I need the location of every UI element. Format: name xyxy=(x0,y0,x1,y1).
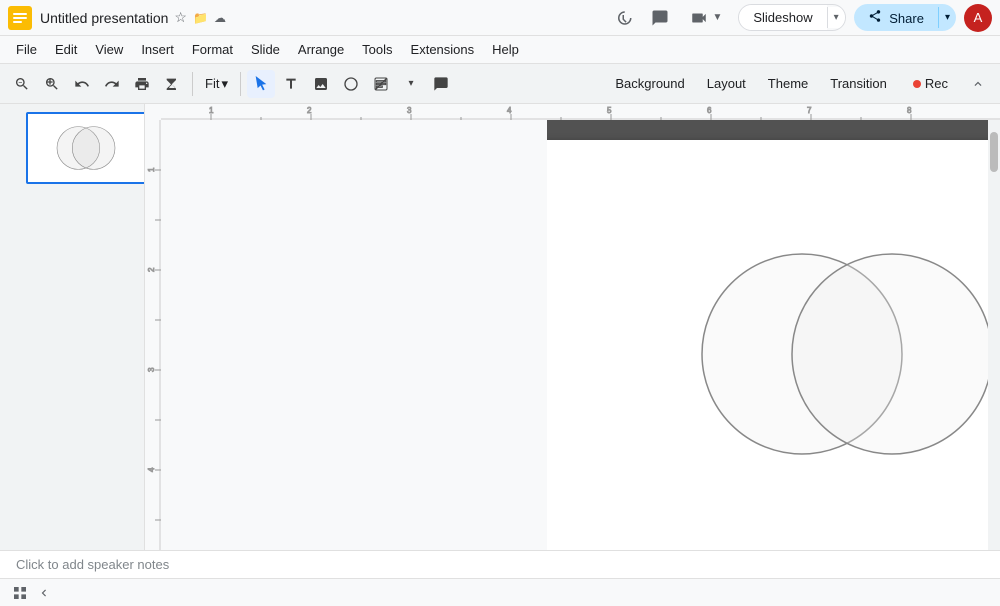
svg-text:1: 1 xyxy=(209,106,214,115)
slide-canvas[interactable] xyxy=(547,140,989,550)
canvas-with-rulers: 1 2 3 4 5 6 7 8 xyxy=(145,104,1000,550)
share-label: Share xyxy=(889,11,924,26)
presentation-title[interactable]: Untitled presentation xyxy=(40,10,168,26)
vertical-scrollbar[interactable] xyxy=(988,120,1000,550)
menu-tools[interactable]: Tools xyxy=(354,39,400,60)
title-area: Untitled presentation ☆ 📁 ☁ xyxy=(40,9,610,26)
text-tool-btn[interactable] xyxy=(277,70,305,98)
svg-text:2: 2 xyxy=(147,267,156,272)
video-call-btn[interactable]: ▼ xyxy=(682,5,730,31)
redo-btn[interactable] xyxy=(98,70,126,98)
thumb-venn xyxy=(28,114,144,182)
zoom-dropdown-icon: ▾ xyxy=(221,76,228,92)
cloud-icon[interactable]: ☁ xyxy=(214,11,226,25)
title-bar: Untitled presentation ☆ 📁 ☁ ▼ Slideshow … xyxy=(0,0,1000,36)
rec-dot xyxy=(913,80,921,88)
zoom-select-btn[interactable]: Fit ▾ xyxy=(199,74,234,94)
slideshow-dropdown-btn[interactable]: ▾ xyxy=(827,7,845,28)
video-btn-arrow[interactable]: ▼ xyxy=(712,12,722,23)
paint-format-btn[interactable] xyxy=(158,70,186,98)
zoom-value: Fit xyxy=(205,76,219,91)
background-btn[interactable]: Background xyxy=(605,72,694,95)
layout-btn[interactable]: Layout xyxy=(697,72,756,95)
canvas-row: 1 2 3 4 xyxy=(145,120,1000,550)
slide-panel: 1 xyxy=(0,104,145,550)
slide-thumb-inner xyxy=(28,114,144,182)
print-btn[interactable] xyxy=(128,70,156,98)
venn-diagram[interactable] xyxy=(682,244,988,464)
menu-file[interactable]: File xyxy=(8,39,45,60)
theme-btn[interactable]: Theme xyxy=(758,72,818,95)
bottom-bar xyxy=(0,578,1000,606)
separator-2 xyxy=(240,72,241,96)
app-icon xyxy=(8,6,32,30)
menu-arrange[interactable]: Arrange xyxy=(290,39,352,60)
image-tool-btn[interactable] xyxy=(307,70,335,98)
toolbar: Fit ▾ ▾ Background Layout Theme Transiti… xyxy=(0,64,1000,104)
menu-help[interactable]: Help xyxy=(484,39,527,60)
menu-edit[interactable]: Edit xyxy=(47,39,85,60)
svg-text:7: 7 xyxy=(807,106,812,115)
menu-extensions[interactable]: Extensions xyxy=(403,39,483,60)
ruler-horizontal: 1 2 3 4 5 6 7 8 xyxy=(161,104,1000,120)
slide-thumbnail[interactable] xyxy=(26,112,145,184)
main-layout: 1 1 xyxy=(0,104,1000,550)
slide-canvas-container[interactable] xyxy=(547,120,989,550)
ruler-corner xyxy=(145,104,161,120)
filmstrip-toggle-btn[interactable] xyxy=(32,581,56,605)
svg-text:8: 8 xyxy=(907,106,912,115)
svg-text:5: 5 xyxy=(607,106,612,115)
grid-view-btn[interactable] xyxy=(8,581,32,605)
notes-area[interactable]: Click to add speaker notes xyxy=(0,550,1000,578)
scrollbar-thumb[interactable] xyxy=(990,132,998,172)
zoom-in-btn[interactable] xyxy=(38,70,66,98)
svg-text:2: 2 xyxy=(307,106,312,115)
folder-icon[interactable]: 📁 xyxy=(193,11,208,25)
separator-1 xyxy=(192,72,193,96)
ruler-v-svg: 1 2 3 4 xyxy=(145,120,161,550)
share-btn[interactable]: Share xyxy=(854,4,938,31)
menu-slide[interactable]: Slide xyxy=(243,39,288,60)
line-tool-btn[interactable] xyxy=(367,70,395,98)
toolbar-right: Background Layout Theme Transition Rec xyxy=(605,70,992,98)
comment-tool-btn[interactable] xyxy=(427,70,455,98)
menu-view[interactable]: View xyxy=(87,39,131,60)
notes-placeholder[interactable]: Click to add speaker notes xyxy=(16,557,169,572)
svg-text:6: 6 xyxy=(707,106,712,115)
svg-text:4: 4 xyxy=(507,106,512,115)
svg-text:3: 3 xyxy=(407,106,412,115)
history-btn[interactable] xyxy=(610,4,638,32)
ruler-h-svg: 1 2 3 4 5 6 7 8 xyxy=(161,104,1000,120)
slideshow-btn[interactable]: Slideshow xyxy=(739,5,826,30)
shapes-tool-btn[interactable] xyxy=(337,70,365,98)
menu-insert[interactable]: Insert xyxy=(133,39,182,60)
slide-action-btns: Background Layout Theme Transition xyxy=(605,72,897,95)
transition-btn[interactable]: Transition xyxy=(820,72,897,95)
rec-btn[interactable]: Rec xyxy=(905,72,956,95)
ruler-vertical: 1 2 3 4 xyxy=(145,120,547,550)
svg-text:1: 1 xyxy=(147,167,156,172)
share-dropdown-btn[interactable]: ▾ xyxy=(938,7,956,28)
comments-btn[interactable] xyxy=(646,4,674,32)
more-shapes-btn[interactable]: ▾ xyxy=(397,70,425,98)
select-tool-btn[interactable] xyxy=(247,70,275,98)
ruler-top-row: 1 2 3 4 5 6 7 8 xyxy=(145,104,1000,120)
rec-label: Rec xyxy=(925,76,948,91)
top-right-controls: ▼ Slideshow ▾ Share ▾ A xyxy=(610,4,992,32)
zoom-out-btn[interactable] xyxy=(8,70,36,98)
undo-btn[interactable] xyxy=(68,70,96,98)
menu-format[interactable]: Format xyxy=(184,39,241,60)
svg-text:3: 3 xyxy=(147,367,156,372)
slideshow-btn-group: Slideshow ▾ xyxy=(738,4,845,31)
collapse-toolbar-btn[interactable] xyxy=(964,70,992,98)
menu-bar: File Edit View Insert Format Slide Arran… xyxy=(0,36,1000,64)
svg-text:4: 4 xyxy=(147,467,156,472)
avatar[interactable]: A xyxy=(964,4,992,32)
star-icon[interactable]: ☆ xyxy=(174,9,187,26)
share-btn-group: Share ▾ xyxy=(854,4,956,31)
